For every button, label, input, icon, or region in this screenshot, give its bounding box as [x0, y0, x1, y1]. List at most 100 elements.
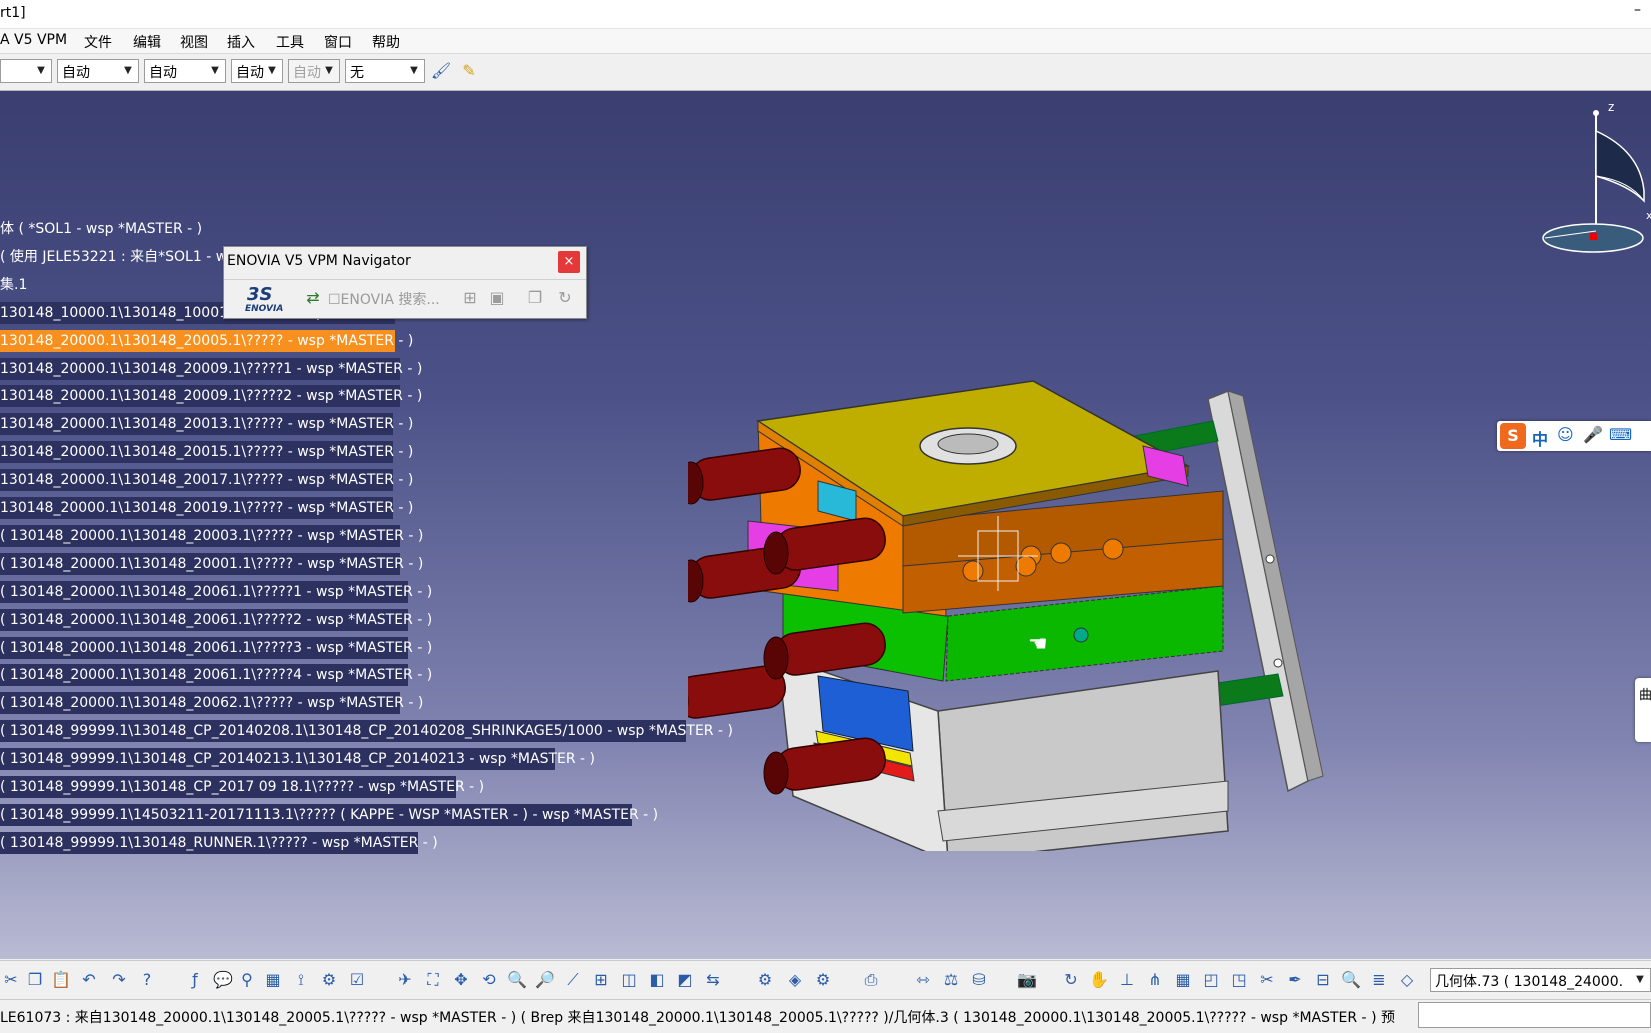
tree-node[interactable]: ( 130148_20000.1\130148_20001.1\????? - …: [0, 552, 423, 575]
ime-language-toggle[interactable]: 中: [1532, 426, 1548, 450]
hierarchy-icon[interactable]: ⊟: [1312, 969, 1334, 991]
comment-icon[interactable]: 💬: [212, 969, 234, 991]
select-icon[interactable]: ◇: [1396, 969, 1418, 991]
tree-node[interactable]: ( 130148_99999.1\130148_CP_2017 09 18.1\…: [0, 776, 484, 798]
undo-icon[interactable]: ↶: [78, 969, 100, 991]
tree-node[interactable]: 130148_20000.1\130148_20013.1\????? - ws…: [0, 413, 413, 436]
tree-node[interactable]: ( 130148_99999.1\130148_CP_20140208.1\13…: [0, 720, 733, 743]
emoji-icon[interactable]: ☺: [1557, 425, 1574, 444]
print-icon[interactable]: ⎙: [860, 969, 882, 991]
copy-icon[interactable]: ❐: [524, 288, 546, 308]
menu-enovia[interactable]: A V5 VPM: [0, 32, 67, 48]
enovia-search-button[interactable]: ☐ENOVIA 搜索...: [328, 289, 440, 309]
copy-icon[interactable]: ❐: [24, 969, 46, 991]
format-painter-icon[interactable]: 🖌: [430, 60, 452, 82]
tree-node[interactable]: 130148_20000.1\130148_20015.1\????? - ws…: [0, 441, 413, 464]
swap-space-icon[interactable]: ⇆: [702, 969, 724, 991]
enovia-logo[interactable]: 3S ENOVIA: [239, 284, 287, 316]
stack-icon[interactable]: ≣: [1368, 969, 1390, 991]
redo-icon[interactable]: ↷: [108, 969, 130, 991]
tree-node[interactable]: ( 130148_99999.1\14503211-20171113.1\???…: [0, 803, 658, 826]
tree-node-selected[interactable]: 130148_20000.1\130148_20005.1\????? - ws…: [0, 329, 413, 352]
tree-node[interactable]: ( 130148_99999.1\130148_RUNNER.1\????? -…: [0, 831, 438, 854]
update-icon[interactable]: ↻: [1060, 969, 1082, 991]
side-panel-tab[interactable]: 曲: [1635, 678, 1651, 742]
save-icon[interactable]: ▣: [486, 288, 508, 308]
menu-tools[interactable]: 工具: [276, 32, 304, 52]
line-type-select[interactable]: 自动 ▼: [231, 59, 283, 83]
settings-icon[interactable]: ⚙: [812, 969, 834, 991]
pen-icon[interactable]: ✒: [1284, 969, 1306, 991]
close-button[interactable]: ×: [558, 251, 580, 273]
menu-help[interactable]: 帮助: [372, 32, 400, 52]
line-weight-select[interactable]: 自动 ▼: [144, 59, 226, 83]
graphic-properties-icon[interactable]: ✎: [458, 60, 480, 82]
layer-select[interactable]: 无 ▼: [345, 59, 425, 83]
mold-assembly-3d-model[interactable]: ☚: [688, 291, 1378, 851]
grid-icon[interactable]: ▦: [1172, 969, 1194, 991]
explore-icon[interactable]: ⊞: [459, 288, 481, 308]
scissors-icon[interactable]: ✂: [1256, 969, 1278, 991]
tree-node[interactable]: ( 130148_20000.1\130148_20061.1\?????1 -…: [0, 580, 432, 603]
paste-icon[interactable]: 📋: [50, 969, 72, 991]
current-body-select[interactable]: 几何体.73 ( 130148_24000. ▼: [1430, 968, 1651, 992]
formula-icon[interactable]: ƒ: [184, 969, 206, 991]
sogou-logo[interactable]: S: [1500, 423, 1526, 449]
table-icon[interactable]: ▦: [262, 969, 284, 991]
iso-view-icon[interactable]: ◫: [618, 969, 640, 991]
light-icon[interactable]: ⚲: [236, 969, 258, 991]
tree-node[interactable]: ( 130148_99999.1\130148_CP_20140213.1\13…: [0, 748, 595, 771]
mass-icon[interactable]: ⛁: [968, 969, 990, 991]
keyboard-icon[interactable]: ⌨: [1609, 425, 1632, 444]
fly-icon[interactable]: ✈: [394, 969, 416, 991]
microphone-icon[interactable]: 🎤: [1583, 425, 1603, 444]
command-input[interactable]: [1418, 1002, 1651, 1028]
tree-node[interactable]: ( 130148_20000.1\130148_20061.1\?????2 -…: [0, 608, 432, 631]
tree-node[interactable]: 130148_20000.1\130148_20017.1\????? - ws…: [0, 469, 413, 492]
fit-all-icon[interactable]: ⛶: [422, 969, 444, 991]
transparency-select[interactable]: 自动 ▼: [57, 59, 139, 83]
camera-icon[interactable]: 📷: [1016, 969, 1038, 991]
graph-icon[interactable]: ⟟: [290, 969, 312, 991]
tree-node[interactable]: 130148_20000.1\130148_20009.1\?????2 - w…: [0, 385, 422, 408]
tree-node[interactable]: ( 130148_20000.1\130148_20061.1\?????4 -…: [0, 664, 432, 687]
minimize-button[interactable]: –: [1634, 2, 1641, 18]
sketch-icon[interactable]: ✋: [1088, 969, 1110, 991]
tree-node[interactable]: ( 130148_20000.1\130148_20061.1\?????3 -…: [0, 636, 432, 659]
measure-icon[interactable]: ⇿: [912, 969, 934, 991]
tree-node[interactable]: 集.1: [0, 274, 33, 296]
zoom-out-icon[interactable]: 🔎: [534, 969, 556, 991]
compass-icon[interactable]: z x: [1540, 101, 1651, 271]
tree-node[interactable]: 体 ( *SOL1 - wsp *MASTER - ): [0, 218, 208, 240]
cube-icon[interactable]: ◳: [1228, 969, 1250, 991]
whats-this-icon[interactable]: ?: [136, 969, 158, 991]
inertia-icon[interactable]: ⚖: [940, 969, 962, 991]
menu-edit[interactable]: 编辑: [133, 32, 161, 52]
tree-node[interactable]: 130148_20000.1\130148_20019.1\????? - ws…: [0, 497, 413, 519]
knowledge-icon[interactable]: ⚙: [318, 969, 340, 991]
tree-node[interactable]: ( 130148_20000.1\130148_20003.1\????? - …: [0, 524, 423, 547]
zoom-in-icon[interactable]: 🔍: [506, 969, 528, 991]
menu-file[interactable]: 文件: [84, 32, 112, 52]
work-plane-icon[interactable]: ◰: [1200, 969, 1222, 991]
shading-icon[interactable]: ◧: [646, 969, 668, 991]
rotate-icon[interactable]: ⟲: [478, 969, 500, 991]
plane-icon[interactable]: ⋔: [1144, 969, 1166, 991]
menu-view[interactable]: 视图: [180, 32, 208, 52]
check-icon[interactable]: ☑: [346, 969, 368, 991]
pan-icon[interactable]: ✥: [450, 969, 472, 991]
multi-view-icon[interactable]: ⊞: [590, 969, 612, 991]
cut-icon[interactable]: ✂: [0, 969, 22, 991]
tree-node[interactable]: 130148_20000.1\130148_20009.1\?????1 - w…: [0, 357, 422, 380]
material-icon[interactable]: ◈: [784, 969, 806, 991]
axis-icon[interactable]: ⊥: [1116, 969, 1138, 991]
menu-insert[interactable]: 插入: [227, 32, 255, 52]
search-icon[interactable]: 🔍: [1340, 969, 1362, 991]
refresh-icon[interactable]: ↻: [554, 288, 576, 308]
3d-viewport[interactable]: 体 ( *SOL1 - wsp *MASTER - )( 使用 JELE5322…: [0, 91, 1651, 959]
normal-view-icon[interactable]: ⟋: [562, 969, 584, 991]
render-icon[interactable]: ⚙: [754, 969, 776, 991]
menu-window[interactable]: 窗口: [324, 32, 352, 52]
color-select[interactable]: ▼: [0, 59, 52, 83]
point-symbol-select[interactable]: 自动 ▼: [288, 59, 340, 83]
